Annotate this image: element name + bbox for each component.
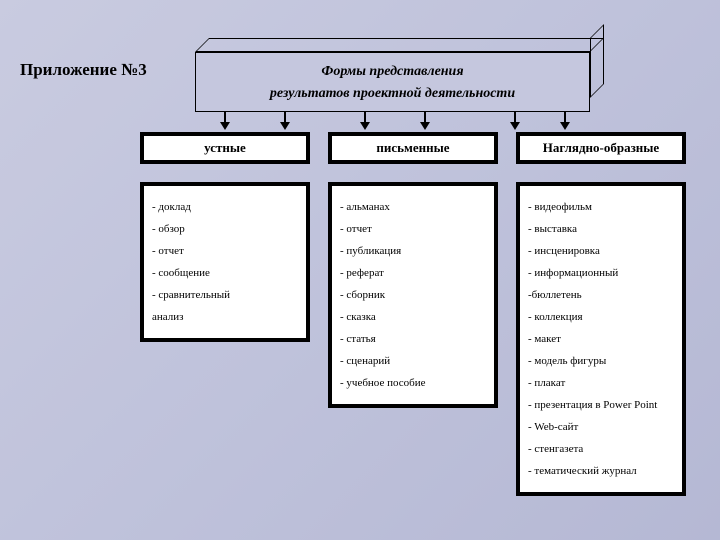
list-item: - Web-сайт bbox=[528, 416, 674, 438]
list-item: - обзор bbox=[152, 218, 298, 240]
list-item: - сценарий bbox=[340, 350, 486, 372]
list-item: - стенгазета bbox=[528, 438, 674, 460]
list-item: - макет bbox=[528, 328, 674, 350]
column-body: - доклад- обзор- отчет- сообщение- сравн… bbox=[140, 182, 310, 342]
banner-line1: Формы представления bbox=[196, 61, 589, 83]
list-item: - инсценировка bbox=[528, 240, 674, 262]
arrows-row bbox=[195, 112, 590, 132]
list-item: - учебное пособие bbox=[340, 372, 486, 394]
page-title: Приложение №3 bbox=[20, 60, 147, 80]
list-item: - тематический журнал bbox=[528, 460, 674, 482]
column-body: - альманах- отчет- публикация- реферат- … bbox=[328, 182, 498, 408]
banner-face: Формы представления результатов проектно… bbox=[195, 52, 590, 112]
columns-container: устные - доклад- обзор- отчет- сообщение… bbox=[140, 132, 700, 496]
list-item: - информационный bbox=[528, 262, 674, 284]
list-item: - альманах bbox=[340, 196, 486, 218]
list-item: - сборник bbox=[340, 284, 486, 306]
column-header: Наглядно-образные bbox=[516, 132, 686, 164]
column-header: устные bbox=[140, 132, 310, 164]
list-item: - публикация bbox=[340, 240, 486, 262]
column-header: письменные bbox=[328, 132, 498, 164]
list-item: - сообщение bbox=[152, 262, 298, 284]
list-item: - сравнительный bbox=[152, 284, 298, 306]
column-visual: Наглядно-образные - видеофильм- выставка… bbox=[516, 132, 686, 496]
column-oral: устные - доклад- обзор- отчет- сообщение… bbox=[140, 132, 310, 342]
list-item: анализ bbox=[152, 306, 298, 328]
banner-line2: результатов проектной деятельности bbox=[196, 83, 589, 105]
list-item: - модель фигуры bbox=[528, 350, 674, 372]
list-item: - статья bbox=[340, 328, 486, 350]
list-item: - плакат bbox=[528, 372, 674, 394]
list-item: - презентация в Power Point bbox=[528, 394, 674, 416]
list-item: - сказка bbox=[340, 306, 486, 328]
list-item: - коллекция bbox=[528, 306, 674, 328]
column-written: письменные - альманах- отчет- публикация… bbox=[328, 132, 498, 408]
list-item: - выставка bbox=[528, 218, 674, 240]
column-body: - видеофильм- выставка- инсценировка- ин… bbox=[516, 182, 686, 496]
list-item: - реферат bbox=[340, 262, 486, 284]
list-item: -бюллетень bbox=[528, 284, 674, 306]
list-item: - отчет bbox=[152, 240, 298, 262]
list-item: - доклад bbox=[152, 196, 298, 218]
list-item: - отчет bbox=[340, 218, 486, 240]
list-item: - видеофильм bbox=[528, 196, 674, 218]
